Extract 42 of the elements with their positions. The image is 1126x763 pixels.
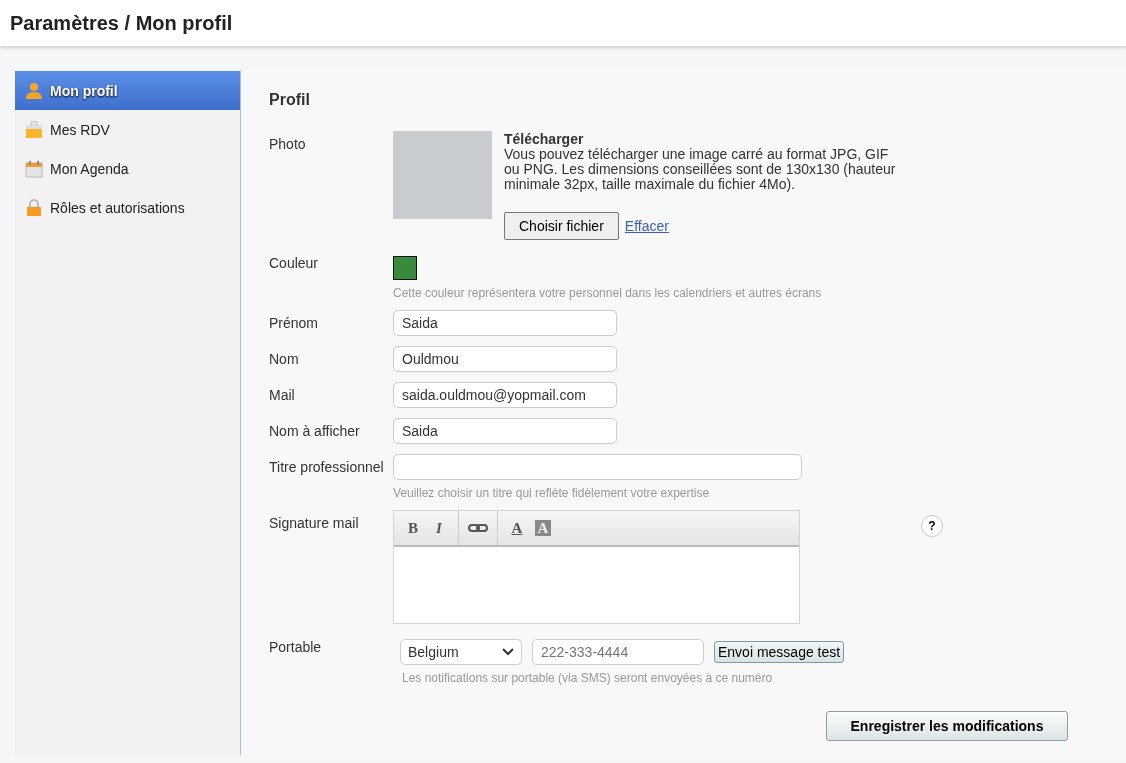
section-title: Profil xyxy=(269,91,311,109)
phone-field[interactable]: 222-333-4444 xyxy=(532,639,704,665)
text-field[interactable]: Ouldmou xyxy=(393,346,617,372)
sidebar-item[interactable]: Mes RDV xyxy=(15,110,240,149)
hint-text: Les notifications sur portable (via SMS) seront envoyées à ce numéro xyxy=(402,671,774,685)
field-label: Titre professionnel xyxy=(269,458,385,477)
send-test-button[interactable]: Envoi message test xyxy=(714,641,845,663)
lock-icon xyxy=(25,198,43,217)
field-label: Nom xyxy=(269,350,300,369)
page-title: Paramètres / Mon profil xyxy=(10,11,233,35)
text-field[interactable]: Saida xyxy=(393,310,617,336)
calendar-icon xyxy=(25,159,43,178)
field-label: Mail xyxy=(269,386,296,405)
save-button[interactable]: Enregistrer les modifications xyxy=(826,711,1068,741)
field-label: Signature mail xyxy=(269,514,360,533)
text-field[interactable]: saida.ouldmou@yopmail.com xyxy=(393,382,617,408)
bold-button[interactable]: B xyxy=(400,516,426,540)
field-label: Couleur xyxy=(269,254,320,273)
hint-text: Cette couleur représentera votre personnel dans les calendriers et autres écrans xyxy=(393,286,822,300)
chevron-down-icon xyxy=(502,648,514,656)
help-button[interactable]: ? xyxy=(921,515,943,537)
italic-button[interactable]: I xyxy=(426,516,452,540)
clear-link[interactable]: Effacer xyxy=(624,218,669,234)
upload-description: Vous pouvez télécharger une image carré au format JPG, GIF ou PNG. Les dimensions conseillées sont de 130x130 (hauteur minimale 32px, taille maximale du fichier 4Mo). xyxy=(504,147,897,192)
upload-title: Télécharger xyxy=(504,131,585,147)
person-icon xyxy=(25,81,43,100)
field-label: Portable xyxy=(269,638,323,657)
choose-file-button[interactable]: Choisir fichier xyxy=(504,212,619,240)
briefcase-icon xyxy=(25,120,43,139)
color-swatch[interactable] xyxy=(393,256,417,280)
hint-text: Veuillez choisir un titre qui reflète fidèlement votre expertise xyxy=(393,486,711,500)
country-dropdown[interactable]: Belgium xyxy=(400,639,522,665)
text-field[interactable] xyxy=(393,454,802,480)
chain-link-icon xyxy=(468,522,488,534)
sidebar-item[interactable]: Rôles et autorisations xyxy=(15,188,240,227)
text-color-button[interactable]: A xyxy=(504,516,530,540)
sidebar-item[interactable]: Mon profil xyxy=(15,71,240,110)
field-label: Photo xyxy=(269,135,307,154)
text-field[interactable]: Saida xyxy=(393,418,617,444)
field-label: Prénom xyxy=(269,314,320,333)
sidebar-item[interactable]: Mon Agenda xyxy=(15,149,240,188)
field-label: Nom à afficher xyxy=(269,422,361,441)
